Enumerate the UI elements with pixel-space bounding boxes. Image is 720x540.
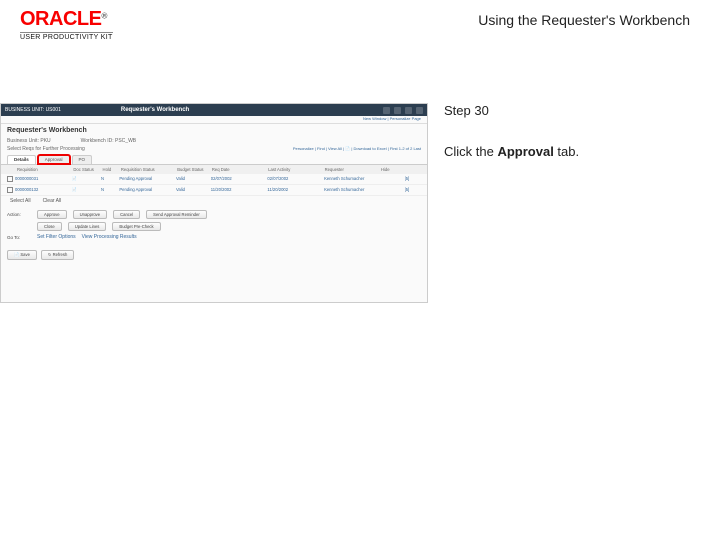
page-title: Using the Requester's Workbench	[478, 8, 700, 28]
clear-all-label[interactable]: Clear All	[43, 198, 62, 204]
row-checkbox[interactable]	[7, 187, 13, 193]
step-label: Step 30	[444, 103, 579, 118]
update-lines-button[interactable]: Update Lines	[68, 222, 107, 231]
cell-status: Pending Approval	[119, 187, 174, 193]
grid-controls[interactable]: Personalize | Find | View All | 📄 | Down…	[293, 146, 421, 152]
budget-precheck-button[interactable]: Budget Pre-Check	[112, 222, 160, 231]
refresh-button[interactable]: ↻ Refresh	[41, 250, 74, 260]
footer-buttons: 📄 Save ↻ Refresh	[1, 247, 427, 263]
trademark-symbol: ®	[101, 12, 107, 21]
cell-budget: Valid	[176, 187, 209, 193]
col-budget: Budget Status	[177, 167, 210, 172]
cell-budget: Valid	[176, 176, 209, 182]
body-prefix: Click the	[444, 144, 497, 159]
goto-label: Go To:	[7, 235, 31, 240]
subbar-links[interactable]: New Window | Personalize Page	[1, 116, 427, 124]
cell-btn[interactable]: [5]	[405, 187, 421, 193]
filter2-value: PSC_WB	[115, 138, 136, 144]
content-area: BUSINESS UNIT: US001 Requester's Workben…	[0, 103, 720, 303]
col-hold: Hold	[103, 167, 119, 172]
action-label: Action:	[7, 212, 31, 217]
filter2-label: Workbench ID:	[81, 138, 114, 144]
filter-line: Business Unit: PKU Workbench ID: PSC_WB	[1, 137, 427, 145]
view-results-link[interactable]: View Processing Results	[82, 234, 137, 240]
tab-approval[interactable]: Approval	[38, 155, 70, 164]
col-reqstatus: Requisition Status	[121, 167, 175, 172]
instruction-panel: Step 30 Click the Approval tab.	[428, 103, 595, 303]
cell-hide[interactable]	[381, 187, 403, 193]
cell-date: 11/20/2002	[211, 187, 266, 193]
section-label-line: Select Reqs for Further Processing Perso…	[1, 145, 427, 153]
cell-activity: 02/07/2002	[267, 176, 322, 182]
menu-icon[interactable]	[405, 107, 412, 114]
filter1-value: PKU	[40, 138, 50, 144]
topbar-title: Requester's Workbench	[121, 107, 189, 113]
cell-btn[interactable]: [5]	[405, 176, 421, 182]
filter1-label: Business Unit:	[7, 138, 39, 144]
topbar-brand: BUSINESS UNIT: US001	[5, 107, 61, 113]
cell-doc[interactable]: 📄	[72, 187, 99, 193]
col-requester: Requester	[325, 167, 379, 172]
save-button[interactable]: 📄 Save	[7, 250, 37, 260]
cell-requester: Kenneth Schumacher	[324, 187, 379, 193]
set-filter-link[interactable]: Set Filter Options	[37, 234, 76, 240]
actions-block: Action: Approve Unapprove Cancel Send Ap…	[1, 206, 427, 247]
select-all-row: Select All Clear All	[1, 196, 427, 206]
cell-requester: Kenneth Schumacher	[324, 176, 379, 182]
cell-req[interactable]: 0000000132	[15, 187, 70, 193]
logo-subtitle: USER PRODUCTIVITY KIT	[20, 32, 113, 41]
body-bold: Approval	[497, 144, 553, 159]
page-header: ORACLE® USER PRODUCTIVITY KIT Using the …	[0, 0, 720, 43]
cell-status: Pending Approval	[119, 176, 174, 182]
cell-hide[interactable]	[381, 176, 403, 182]
col-action	[405, 167, 421, 172]
table-row: 0000000031 📄 N Pending Approval Valid 02…	[1, 174, 427, 185]
page-heading: Requester's Workbench	[1, 124, 427, 137]
cell-hold: N	[101, 187, 117, 193]
home-icon[interactable]	[383, 107, 390, 114]
col-docstatus: Doc Status	[73, 167, 100, 172]
approve-button[interactable]: Approve	[37, 210, 67, 219]
grid-header: Requisition Doc Status Hold Requisition …	[1, 165, 427, 174]
row-checkbox[interactable]	[7, 176, 13, 182]
app-topbar: BUSINESS UNIT: US001 Requester's Workben…	[1, 104, 427, 116]
body-suffix: tab.	[554, 144, 579, 159]
flag-icon[interactable]	[394, 107, 401, 114]
cell-req[interactable]: 0000000031	[15, 176, 70, 182]
col-checkbox	[7, 167, 15, 172]
signout-icon[interactable]	[416, 107, 423, 114]
cell-doc[interactable]: 📄	[72, 176, 99, 182]
cancel-button[interactable]: Cancel	[113, 210, 140, 219]
cell-date: 02/07/2002	[211, 176, 266, 182]
col-reqdate: Req Date	[212, 167, 266, 172]
close-button[interactable]: Close	[37, 222, 62, 231]
cell-activity: 11/20/2002	[267, 187, 322, 193]
tab-po[interactable]: PO	[72, 155, 93, 164]
select-all-label[interactable]: Select All	[10, 198, 31, 204]
col-requisition: Requisition	[17, 167, 71, 172]
topbar-icons	[383, 107, 423, 114]
tab-strip: Details Approval PO	[1, 153, 427, 165]
embedded-screenshot: BUSINESS UNIT: US001 Requester's Workben…	[0, 103, 428, 303]
logo-text: ORACLE	[20, 8, 101, 30]
logo-block: ORACLE® USER PRODUCTIVITY KIT	[20, 8, 113, 41]
table-row: 0000000132 📄 N Pending Approval Valid 11…	[1, 185, 427, 196]
tab-details[interactable]: Details	[7, 155, 36, 164]
send-reminder-button[interactable]: Send Approval Reminder	[146, 210, 207, 219]
cell-hold: N	[101, 176, 117, 182]
instruction-body: Click the Approval tab.	[444, 144, 579, 159]
unapprove-button[interactable]: Unapprove	[73, 210, 108, 219]
col-activity: Last Activity	[268, 167, 322, 172]
section-label: Select Reqs for Further Processing	[7, 146, 85, 152]
oracle-logo: ORACLE®	[20, 8, 113, 31]
col-hide: Hide	[381, 167, 403, 172]
